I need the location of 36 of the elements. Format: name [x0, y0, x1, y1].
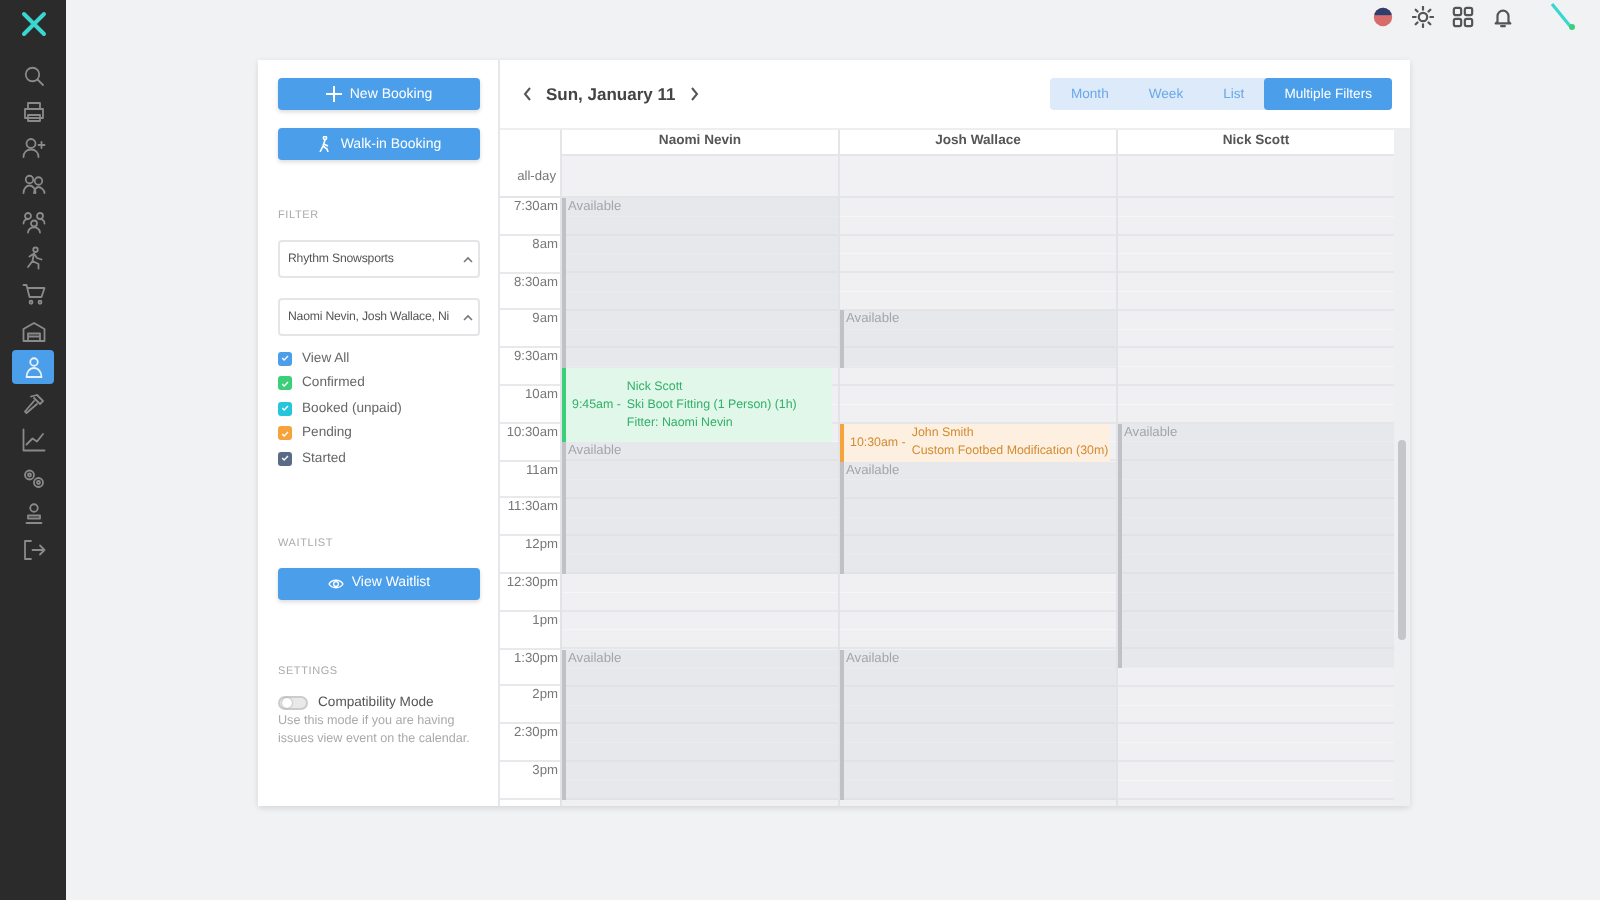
sun-icon[interactable]: [1412, 5, 1434, 27]
checkbox[interactable]: [278, 401, 292, 416]
logo-icon: [1548, 2, 1576, 30]
walking-person-icon: [316, 136, 333, 152]
caret-icon: [462, 253, 474, 265]
logout-icon: [21, 538, 45, 563]
people-icon: [21, 172, 45, 197]
user-badge-icon: [21, 502, 45, 527]
checkbox[interactable]: [278, 376, 292, 391]
grid-icon[interactable]: [1452, 5, 1474, 27]
next-icon[interactable]: [687, 86, 700, 102]
search-icon: [21, 63, 45, 87]
bell-icon[interactable]: [1492, 5, 1514, 27]
gears-icon: [21, 465, 45, 490]
scrollbar-thumb[interactable]: [1398, 440, 1406, 641]
group-icon: [21, 209, 45, 234]
checkbox[interactable]: [278, 351, 292, 366]
toggle-switch[interactable]: [278, 695, 308, 709]
plus-icon: [325, 86, 342, 102]
calendar-date: Sun, January 11: [546, 84, 676, 104]
add-user-icon: [21, 136, 45, 161]
logo-icon[interactable]: [19, 10, 47, 38]
caret-icon: [462, 311, 474, 323]
figure-icon: [21, 245, 45, 270]
hammer-icon: [21, 392, 45, 417]
warehouse-icon: [21, 319, 45, 344]
checkbox[interactable]: [278, 451, 292, 466]
flag-icon[interactable]: [1372, 5, 1394, 27]
previous-icon[interactable]: [522, 86, 534, 102]
eye-icon: [327, 575, 344, 591]
cart-icon: [21, 282, 45, 307]
sidebar-item[interactable]: [12, 350, 54, 385]
printer-icon: [21, 99, 45, 124]
chart-icon: [21, 428, 45, 453]
person-icon: [21, 355, 45, 380]
checkbox[interactable]: [278, 426, 292, 441]
